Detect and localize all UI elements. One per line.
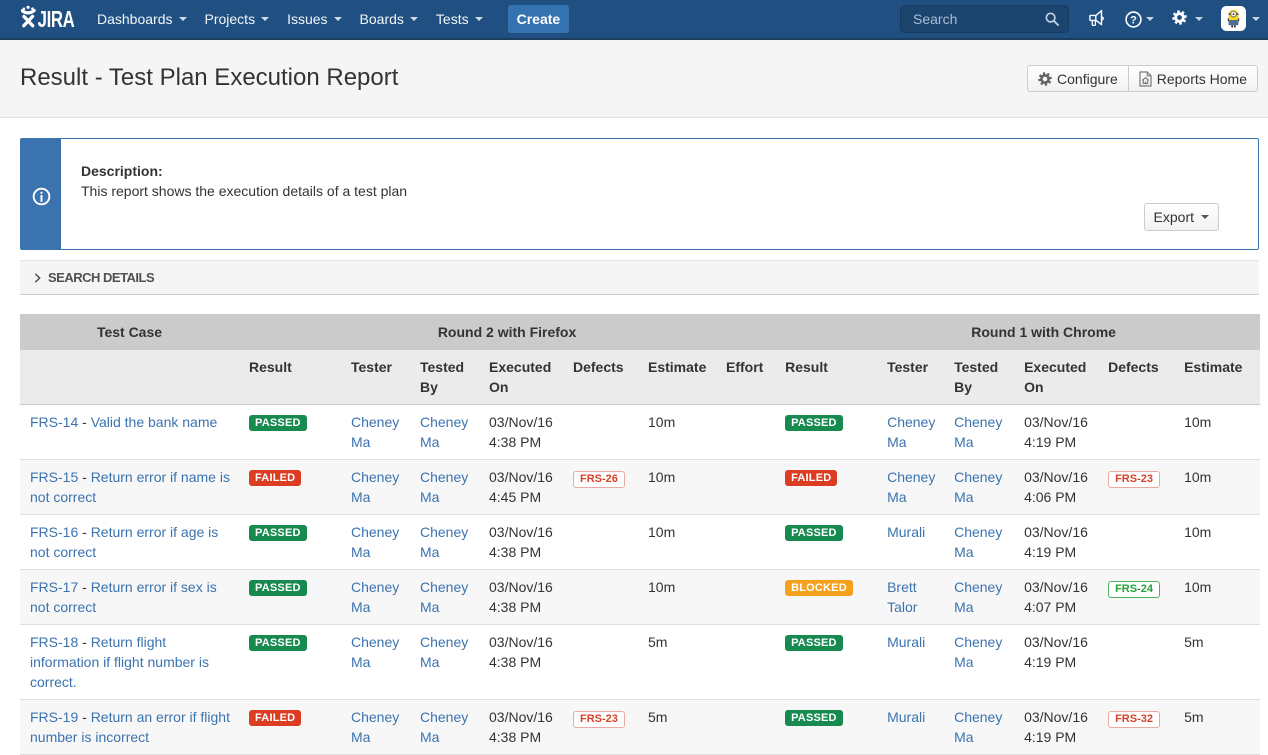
svg-text:JIRA: JIRA: [38, 8, 75, 33]
svg-text:?: ?: [1130, 14, 1137, 26]
